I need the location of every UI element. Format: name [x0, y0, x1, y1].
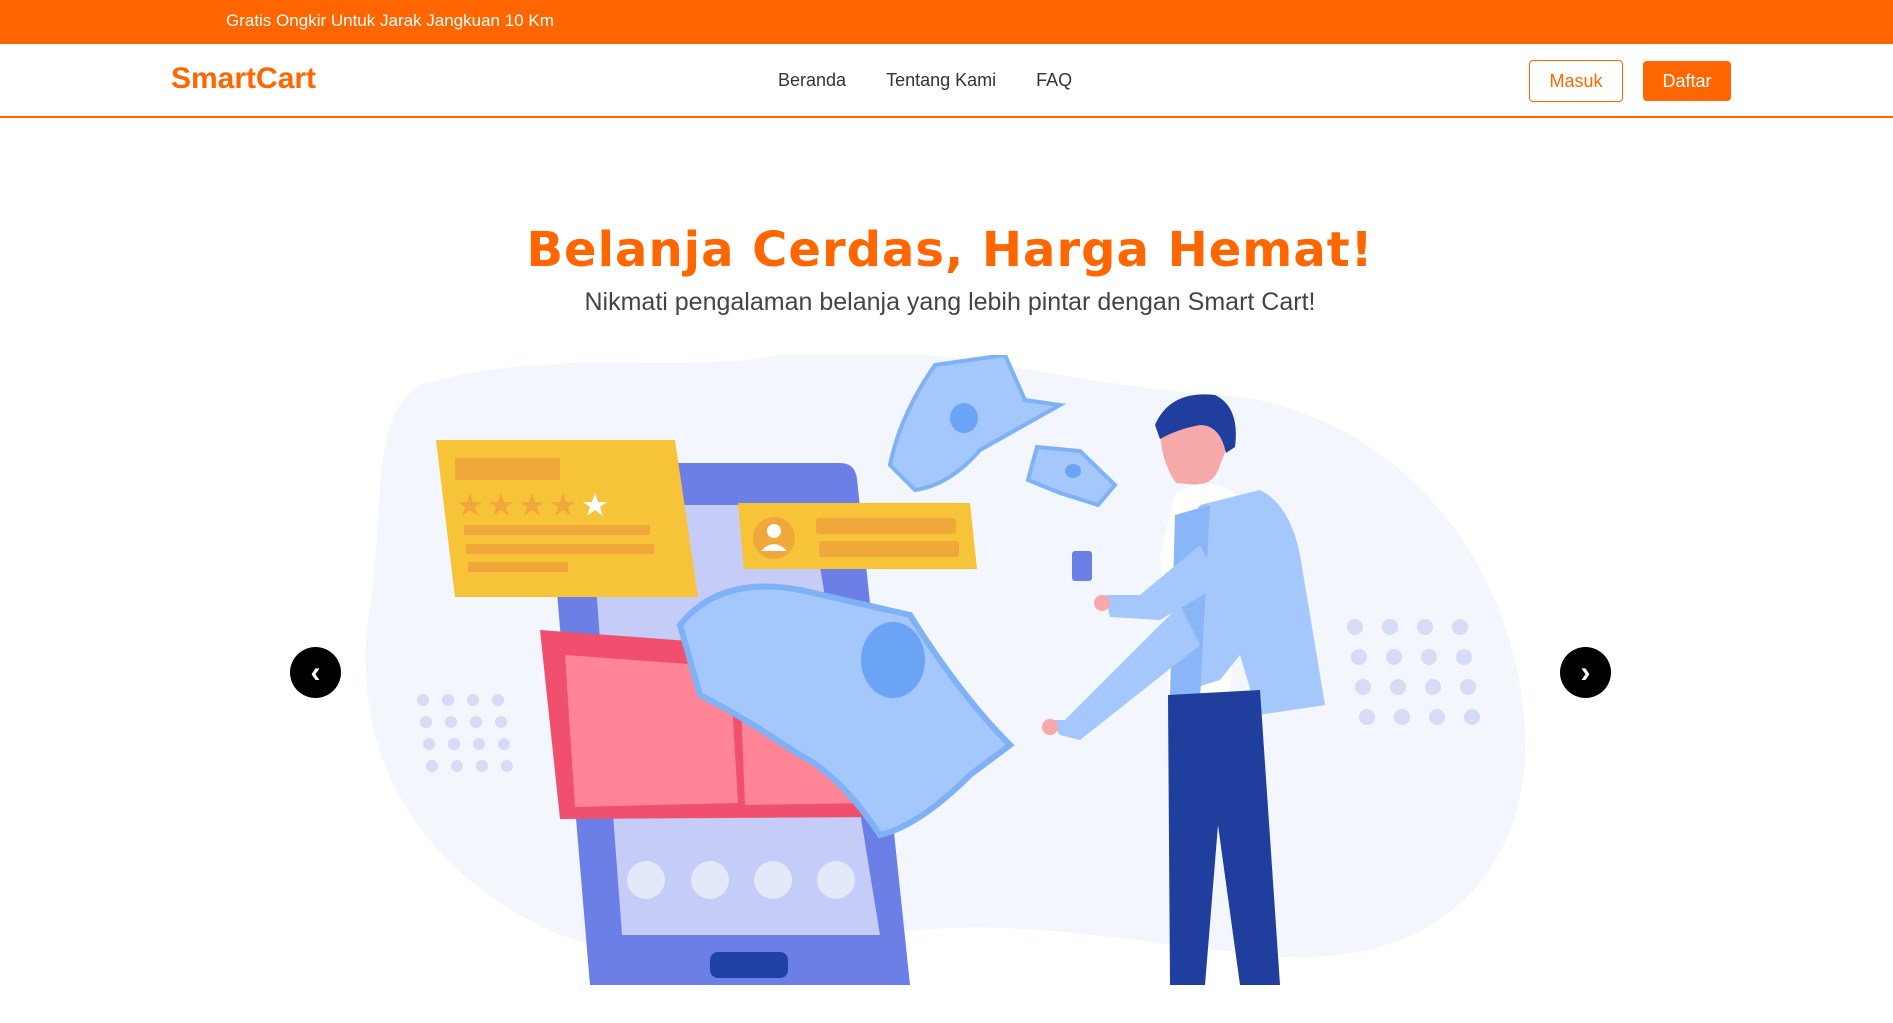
carousel-prev-button[interactable]: ‹: [290, 647, 341, 698]
hero-title: Belanja Cerdas, Harga Hemat!: [526, 222, 1374, 278]
nav-link-beranda[interactable]: Beranda: [778, 70, 846, 91]
hero-subtitle: Nikmati pengalaman belanja yang lebih pi…: [584, 288, 1316, 316]
login-button[interactable]: Masuk: [1529, 60, 1623, 102]
promo-bar: Gratis Ongkir Untuk Jarak Jangkuan 10 Km: [0, 0, 1893, 44]
navbar: SmartCart Beranda Tentang Kami FAQ Masuk…: [0, 44, 1893, 118]
promo-text: Gratis Ongkir Untuk Jarak Jangkuan 10 Km: [226, 11, 554, 30]
rating-card-illustration: [436, 440, 698, 597]
register-button[interactable]: Daftar: [1643, 61, 1731, 101]
nav-links: Beranda Tentang Kami FAQ: [778, 70, 1112, 91]
chevron-left-icon: ‹: [310, 655, 321, 689]
carousel-next-button[interactable]: ›: [1560, 647, 1611, 698]
chevron-right-icon: ›: [1580, 655, 1591, 689]
logo[interactable]: SmartCart: [171, 62, 316, 96]
nav-link-tentang-kami[interactable]: Tentang Kami: [886, 70, 996, 91]
hero-illustration: [365, 355, 1526, 985]
nav-link-faq[interactable]: FAQ: [1036, 70, 1072, 91]
profile-card-illustration: [738, 503, 977, 569]
